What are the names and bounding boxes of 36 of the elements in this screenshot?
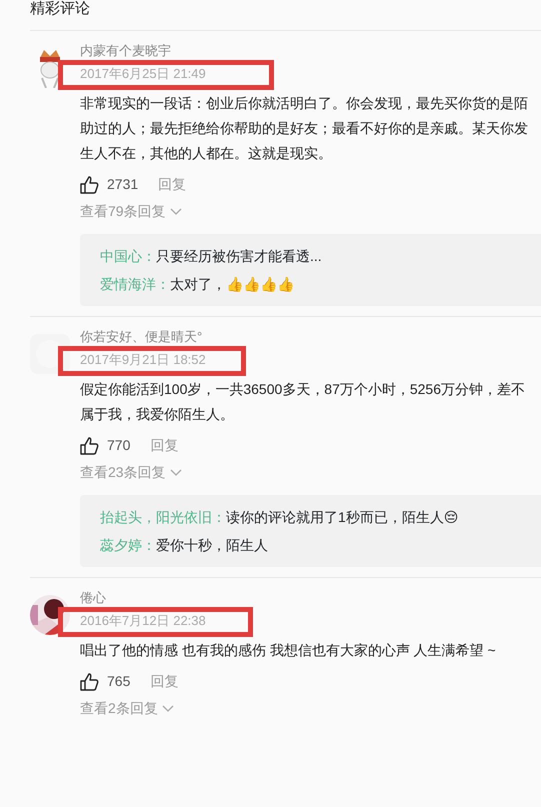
comment-text: 生人不在，其他的人都在。这就是现实。 (80, 144, 333, 163)
reply-text: 只要经历被伤害才能看透... (156, 248, 322, 264)
chevron-down-icon (162, 704, 174, 712)
like-count: 770 (107, 436, 130, 455)
like-count: 2731 (107, 175, 138, 194)
reply-author: 蕊夕婷： (100, 537, 156, 553)
thumbs-up-icon[interactable] (80, 436, 99, 454)
like-count: 765 (107, 672, 130, 691)
thumbs-up-icon[interactable] (80, 176, 99, 194)
reply-link[interactable]: 回复 (150, 435, 178, 456)
thumbs-up-icon[interactable] (80, 672, 99, 690)
reply-author: 爱情海洋： (100, 276, 170, 292)
view-replies-link[interactable]: 查看23条回复 (80, 462, 182, 483)
reply-link[interactable]: 回复 (158, 174, 186, 195)
section-heading: 精彩评论 (30, 0, 91, 18)
comment-text: 唱出了他的情感 也有我的感伤 我想信也有大家的心声 人生满希望 ~ (80, 641, 497, 660)
username: 你若安好、便是晴天° (80, 329, 204, 345)
comment-text: 假定你能活到100岁，一共36500多天，87万个小时，5256万分钟，差不 (80, 380, 526, 399)
comment-text: 助过的人；最先拒绝给你帮助的是好友；最看不好你的是亲戚。某天你发 (80, 119, 529, 138)
reply-text: 太对了，👍👍👍👍 (170, 276, 294, 292)
timestamp: 2016年7月12日 22:38 (80, 612, 207, 630)
chevron-down-icon (170, 208, 182, 216)
username: 倦心 (80, 590, 107, 606)
username: 内蒙有个麦晓宇 (80, 43, 172, 59)
reply-text: 爱你十秒，陌生人 (156, 537, 268, 553)
chevron-down-icon (170, 468, 182, 476)
timestamp: 2017年9月21日 18:52 (80, 351, 207, 369)
comment-text: 非常现实的一段话：创业后你就活明白了。你会发现，最先买你货的是陌 (80, 94, 529, 113)
timestamp: 2017年6月25日 21:49 (80, 65, 207, 83)
reply-text: 读你的评论就用了1秒而已，陌生人😔 (226, 509, 458, 525)
view-replies-link[interactable]: 查看2条回复 (80, 698, 174, 719)
reply-author: 中国心： (100, 248, 156, 264)
comment-text: 属于我，我爱你陌生人。 (80, 405, 235, 424)
reply-link[interactable]: 回复 (150, 671, 178, 692)
reply-author: 抬起头，阳光依旧： (100, 509, 226, 525)
view-replies-link[interactable]: 查看79条回复 (80, 201, 182, 222)
